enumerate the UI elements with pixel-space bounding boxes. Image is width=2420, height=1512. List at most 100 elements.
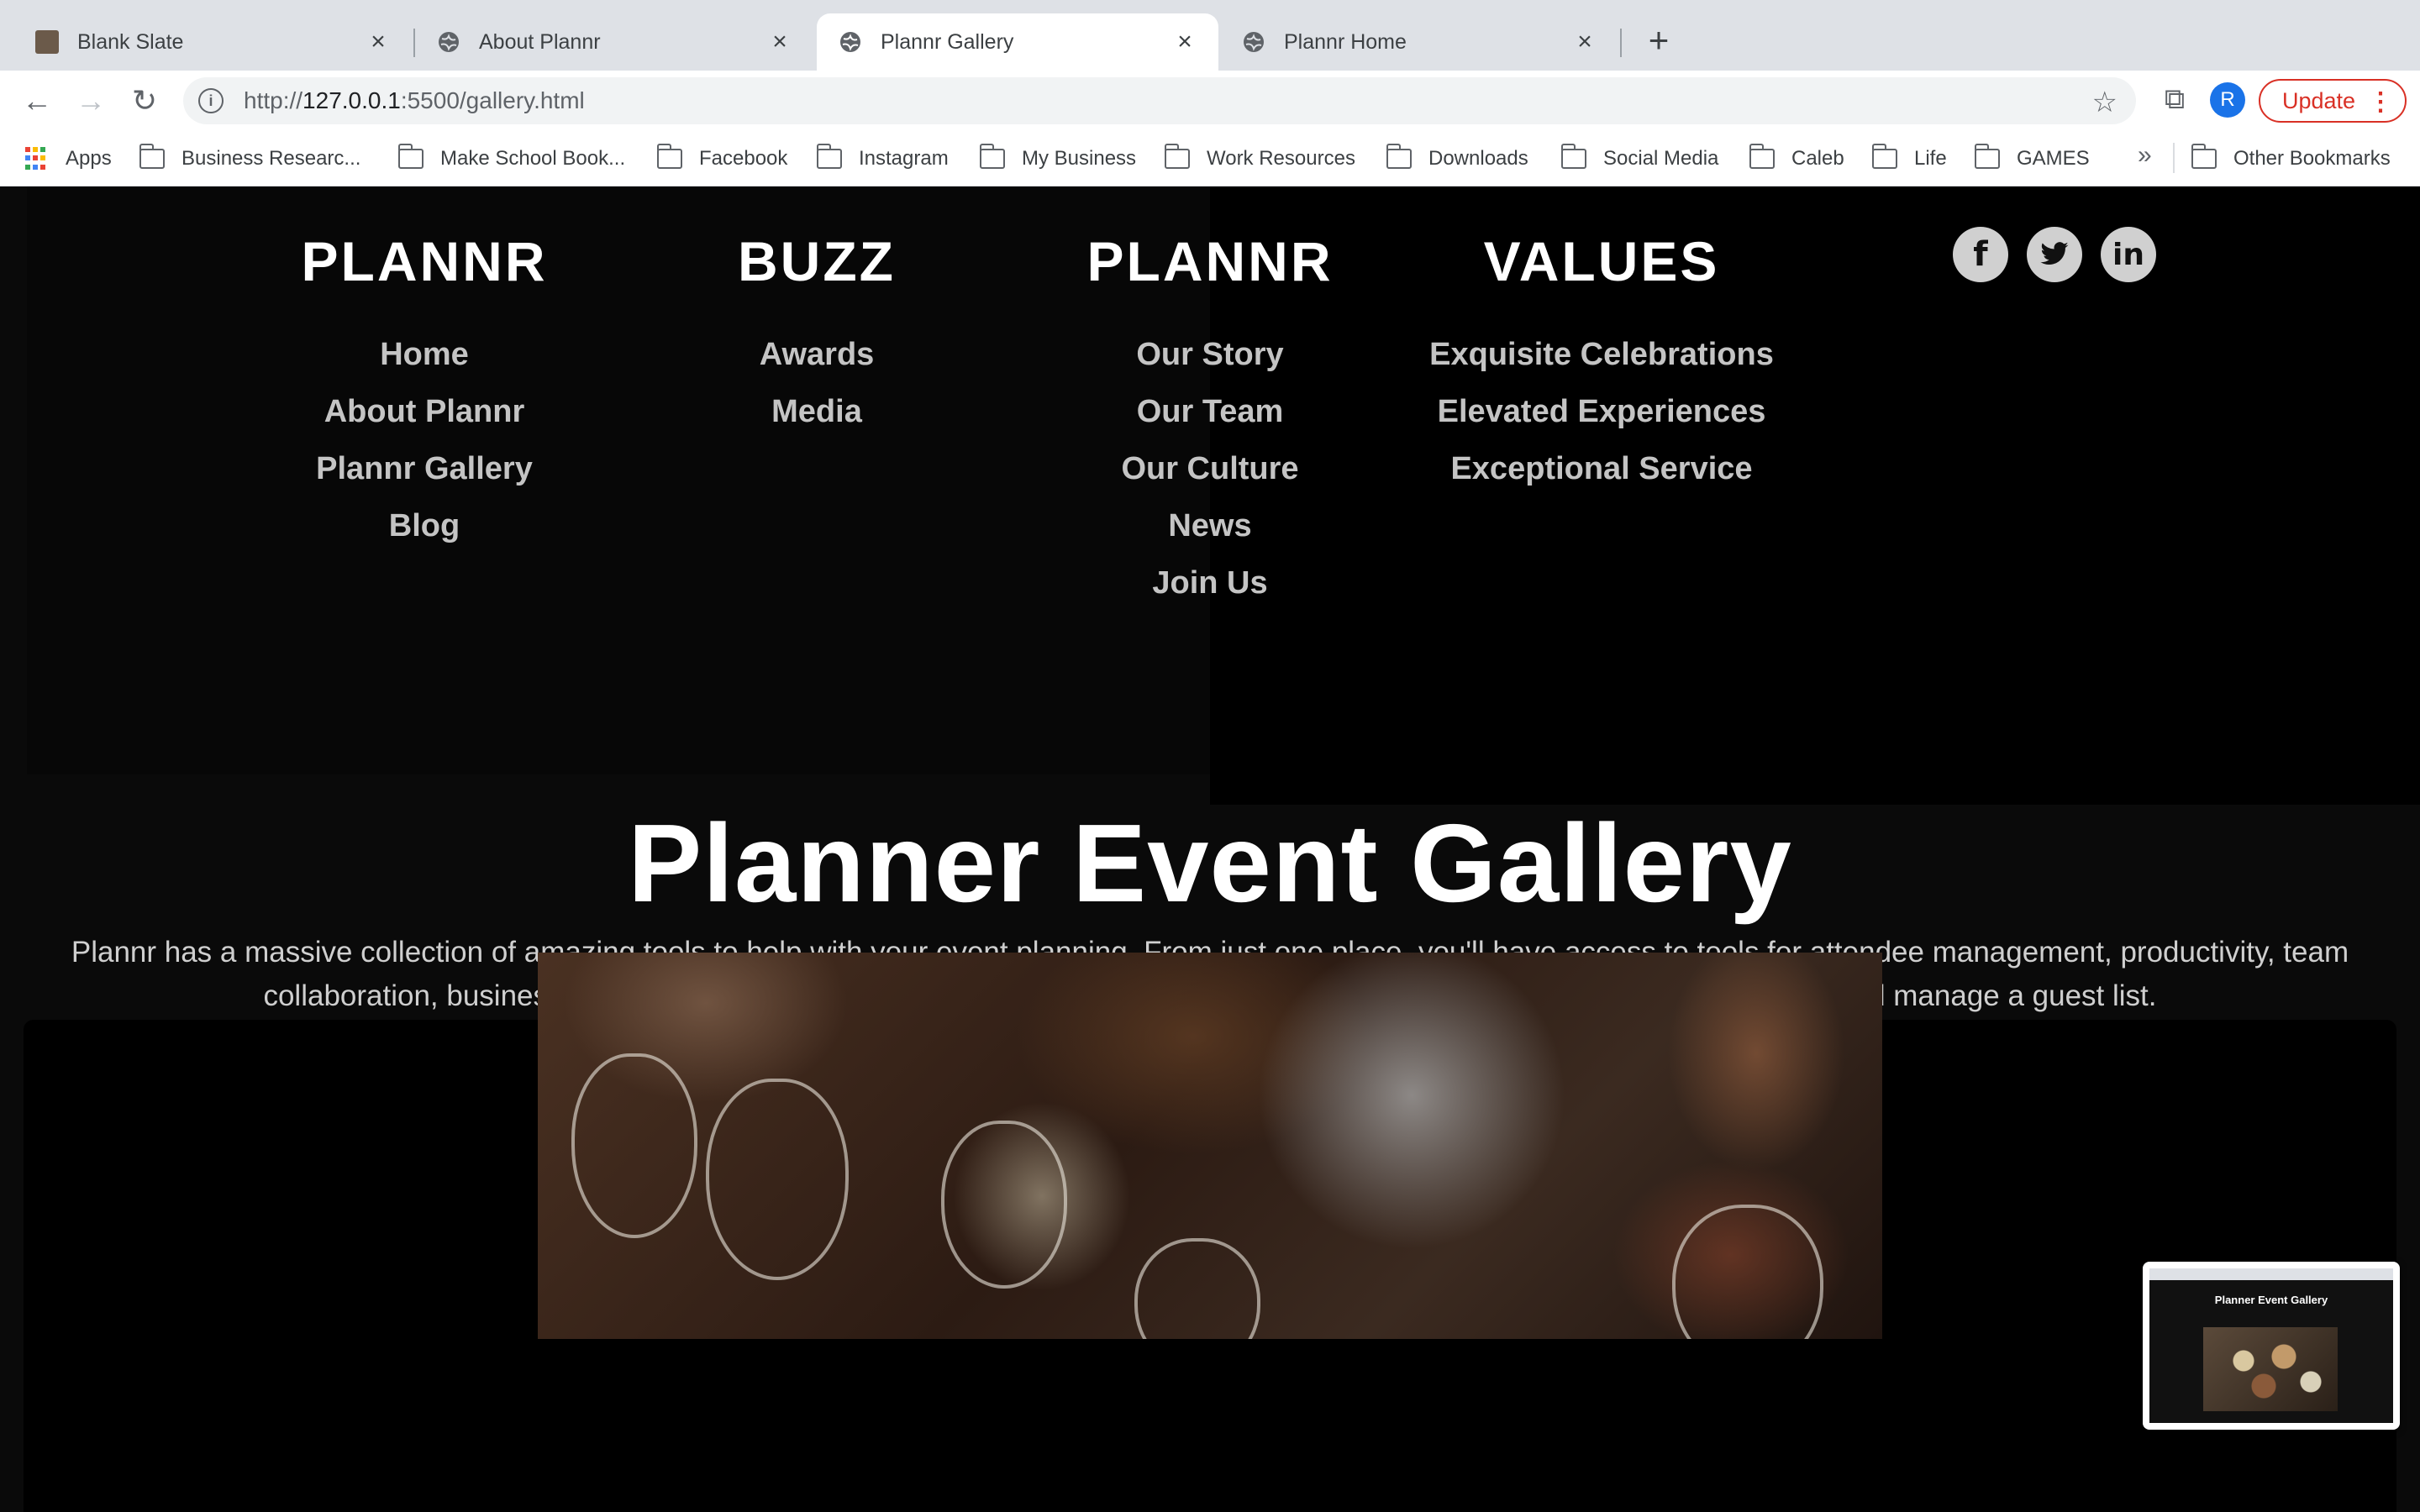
thumbnail-content: Planner Event Gallery <box>2149 1268 2393 1423</box>
back-icon[interactable]: ← <box>20 83 54 118</box>
address-bar[interactable]: i http://127.0.0.1:5500/gallery.html ☆ <box>183 77 2136 124</box>
tab-title: Plannr Home <box>1284 29 1407 54</box>
close-icon[interactable]: × <box>366 28 390 55</box>
page-title: Planner Event Gallery <box>628 801 1792 925</box>
bookmark-label: GAMES <box>2017 147 2090 170</box>
apps-grid-icon <box>25 147 49 171</box>
close-icon[interactable]: × <box>768 28 792 55</box>
tab-title: Plannr Gallery <box>881 29 1014 54</box>
nav-link-join-us[interactable]: Join Us <box>1000 554 1420 612</box>
bookmark-label: Business Researc... <box>182 147 361 170</box>
tab-about-plannr[interactable]: About Plannr × <box>415 13 813 71</box>
nav-link-awards[interactable]: Awards <box>607 326 1027 383</box>
bookmark-folder[interactable]: Downloads <box>1386 144 1528 173</box>
column-heading: BUZZ <box>738 230 896 292</box>
browser-toolbar: ← → ↻ i http://127.0.0.1:5500/gallery.ht… <box>0 71 2420 131</box>
bookmark-label: Make School Book... <box>440 147 626 170</box>
nav-link-blog[interactable]: Blog <box>214 497 634 554</box>
url-text[interactable]: http://127.0.0.1:5500/gallery.html <box>244 87 585 114</box>
close-icon[interactable]: × <box>1173 28 1197 55</box>
bookmark-folder[interactable]: Work Resources <box>1164 144 1355 173</box>
extensions-puzzle-icon[interactable]: ⧉ <box>2160 83 2190 115</box>
folder-icon <box>1974 144 2000 169</box>
bookmark-other[interactable]: Other Bookmarks <box>2191 144 2391 173</box>
wine-glass <box>706 1079 849 1280</box>
nav-link-our-culture[interactable]: Our Culture <box>1000 440 1420 497</box>
tab-plannr-gallery[interactable]: Plannr Gallery × <box>817 13 1218 71</box>
column-heading: VALUES <box>1483 230 1720 292</box>
update-button[interactable]: Update ⋮ <box>2259 79 2407 123</box>
nav-link-media[interactable]: Media <box>607 383 1027 440</box>
folder-icon <box>1386 144 1412 169</box>
tab-plannr-home[interactable]: Plannr Home × <box>1220 13 1618 71</box>
nav-link-home[interactable]: Home <box>214 326 634 383</box>
folder-icon <box>1164 144 1190 169</box>
bookmarks-bar: Apps Business Researc... Make School Boo… <box>0 131 2420 186</box>
bookmark-divider <box>2173 143 2175 173</box>
nav-column-plannr: PLANNR Home About Plannr Plannr Gallery … <box>214 234 634 554</box>
profile-avatar[interactable]: R <box>2210 82 2245 118</box>
tab-blank-slate[interactable]: Blank Slate × <box>13 13 412 71</box>
twitter-icon[interactable] <box>2027 227 2082 282</box>
globe-icon <box>439 32 459 52</box>
folder-icon <box>979 144 1005 169</box>
folder-icon <box>656 144 682 169</box>
reload-icon[interactable]: ↻ <box>128 83 161 118</box>
globe-icon <box>840 32 860 52</box>
new-tab-icon[interactable]: + <box>1642 20 1676 60</box>
nav-link-about[interactable]: About Plannr <box>214 383 634 440</box>
bookmark-star-icon[interactable]: ☆ <box>2092 86 2118 119</box>
more-vert-icon[interactable]: ⋮ <box>2368 87 2393 117</box>
bookmark-label: Facebook <box>699 147 788 170</box>
tab-title: About Plannr <box>479 29 601 54</box>
gallery-photo <box>538 953 1882 1339</box>
wine-glass <box>571 1053 697 1238</box>
bookmark-folder[interactable]: My Business <box>979 144 1136 173</box>
folder-icon <box>2191 144 2217 169</box>
folder-icon <box>397 144 424 169</box>
tab-strip: Blank Slate × About Plannr × Plannr Gall… <box>0 0 2420 71</box>
bookmark-folder[interactable]: GAMES <box>1974 144 2090 173</box>
facebook-icon[interactable]: f <box>1953 227 2008 282</box>
bookmark-label: Caleb <box>1791 147 1844 170</box>
url-scheme: http:// <box>244 87 303 113</box>
bookmark-folder[interactable]: Life <box>1871 144 1947 173</box>
wine-glass <box>1134 1238 1260 1339</box>
column-heading: PLANNR <box>1086 230 1334 292</box>
forward-icon[interactable]: → <box>74 83 108 118</box>
thumbnail-title: Planner Event Gallery <box>2214 1294 2328 1306</box>
bookmark-folder[interactable]: Make School Book... <box>397 144 626 173</box>
wine-glass <box>1672 1205 1823 1339</box>
url-host: 127.0.0.1 <box>302 87 401 113</box>
bookmark-folder[interactable]: Business Researc... <box>139 144 360 173</box>
bookmark-folder[interactable]: Facebook <box>656 144 788 173</box>
bookmark-folder[interactable]: Instagram <box>816 144 949 173</box>
nav-link-exceptional-service[interactable]: Exceptional Service <box>1392 440 1812 497</box>
nav-link-gallery[interactable]: Plannr Gallery <box>214 440 634 497</box>
bookmark-label: Other Bookmarks <box>2233 147 2391 170</box>
thumbnail-browser-bar <box>2149 1268 2393 1280</box>
column-heading: PLANNR <box>301 230 548 292</box>
nav-link-our-story[interactable]: Our Story <box>1000 326 1420 383</box>
nav-link-news[interactable]: News <box>1000 497 1420 554</box>
bookmark-label: Work Resources <box>1207 147 1355 170</box>
bookmark-folder[interactable]: Social Media <box>1560 144 1718 173</box>
info-icon[interactable]: i <box>198 88 224 113</box>
nav-column-values: VALUES Exquisite Celebrations Elevated E… <box>1392 234 1812 497</box>
url-path: :5500/gallery.html <box>400 87 585 113</box>
bookmark-folder[interactable]: Caleb <box>1749 144 1844 173</box>
bookmark-apps[interactable]: Apps <box>25 144 112 173</box>
bookmark-label: Instagram <box>859 147 949 170</box>
folder-icon <box>139 144 165 169</box>
nav-link-our-team[interactable]: Our Team <box>1000 383 1420 440</box>
more-bookmarks-chevron-icon[interactable]: » <box>2138 141 2152 170</box>
close-icon[interactable]: × <box>1573 28 1597 55</box>
nav-column-buzz: BUZZ Awards Media <box>607 234 1027 440</box>
screenshot-thumbnail-preview[interactable]: Planner Event Gallery <box>2143 1262 2400 1430</box>
nav-link-exquisite-celebrations[interactable]: Exquisite Celebrations <box>1392 326 1812 383</box>
globe-icon <box>1244 32 1264 52</box>
bookmark-label: Downloads <box>1428 147 1528 170</box>
nav-link-elevated-experiences[interactable]: Elevated Experiences <box>1392 383 1812 440</box>
linkedin-icon[interactable]: in <box>2101 227 2156 282</box>
twitter-bird-icon <box>2040 242 2069 265</box>
